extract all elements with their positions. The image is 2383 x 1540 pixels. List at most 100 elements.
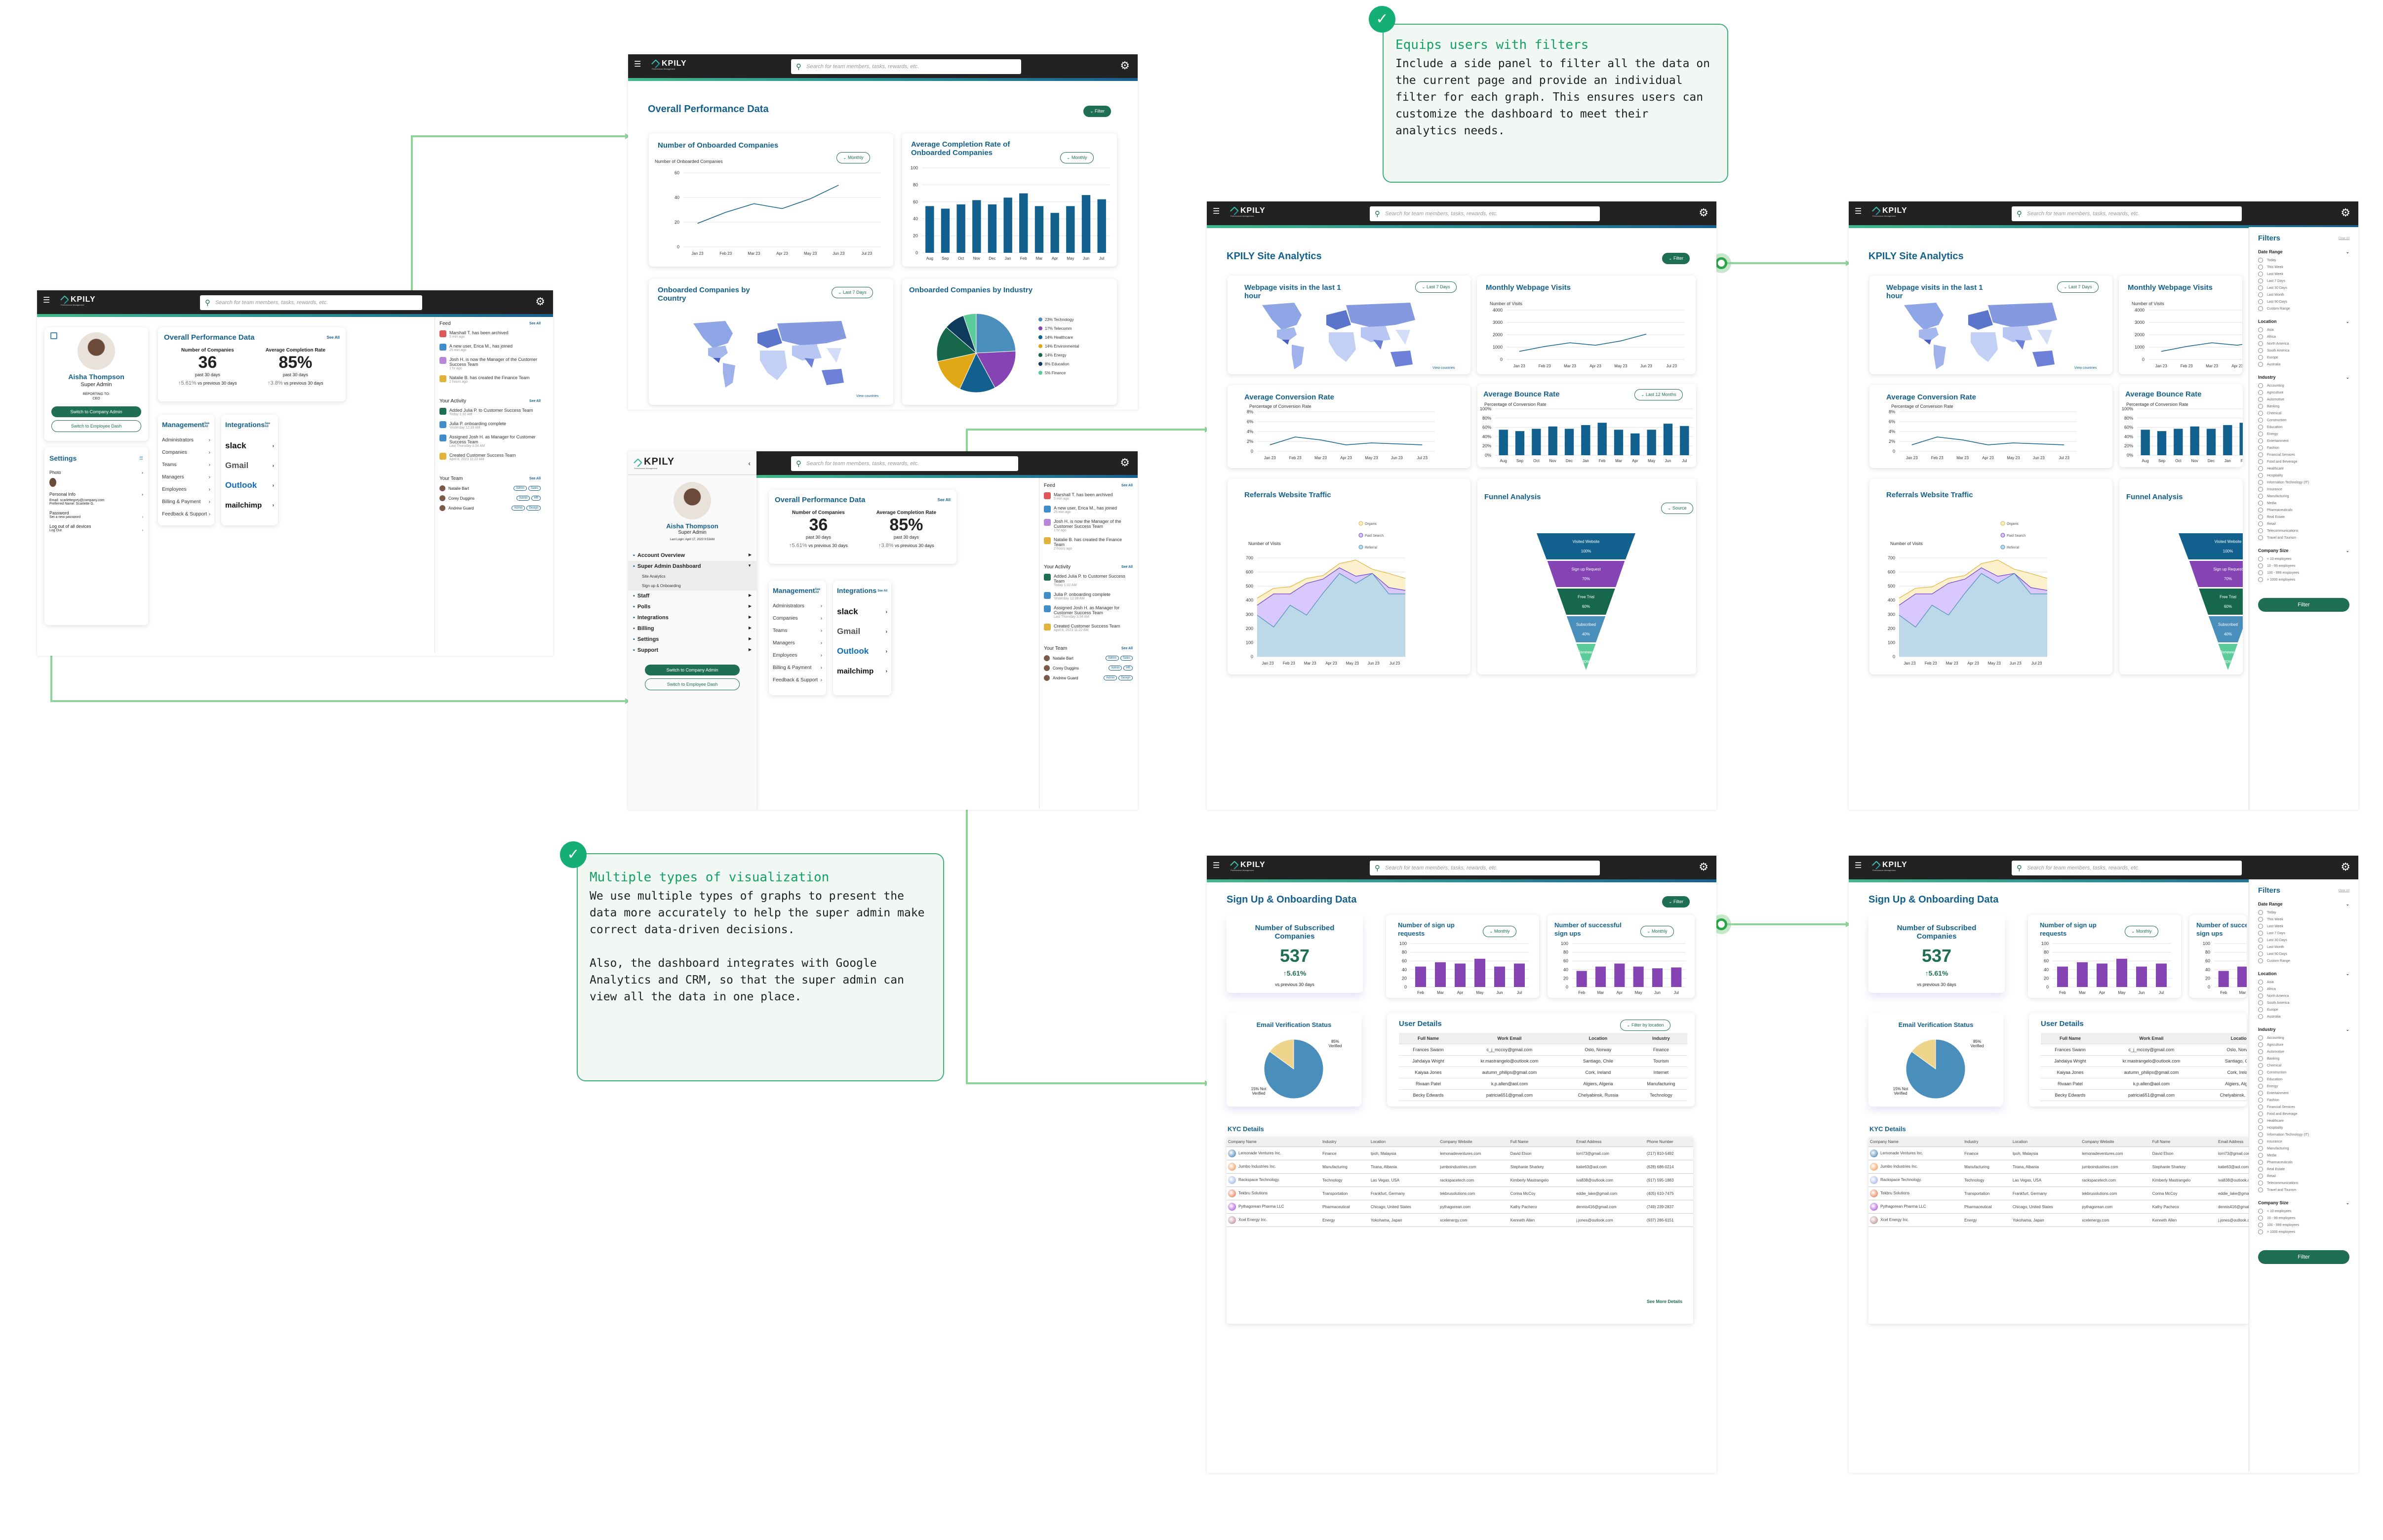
period-dropdown[interactable]: ⌄ Last 7 Days <box>832 287 873 298</box>
period-dropdown[interactable]: ⌄ Monthly <box>1640 926 1674 937</box>
radio-button[interactable] <box>2258 938 2263 943</box>
search-input[interactable]: ⚲ Search for team members, tasks, rewards… <box>791 456 1018 471</box>
see-more-link[interactable]: See More Details <box>1647 1299 1682 1304</box>
see-all-link[interactable]: See All <box>877 590 887 592</box>
radio-button[interactable] <box>2258 466 2263 471</box>
management-item[interactable]: Companies › <box>162 446 210 459</box>
filter-option[interactable]: Last Week <box>2258 923 2349 930</box>
filter-option[interactable]: Africa <box>2258 333 2349 340</box>
table-row[interactable]: Frances Swann c_j_mccoy@gmail.com Oslo, No… <box>2041 1044 2247 1056</box>
filter-option[interactable]: Last 7 Days <box>2258 277 2349 284</box>
see-all-link[interactable]: See All <box>1121 647 1133 650</box>
filter-option[interactable]: Retail <box>2258 520 2349 527</box>
filter-option[interactable]: Food and Beverage <box>2258 1110 2349 1117</box>
radio-button[interactable] <box>2258 285 2263 290</box>
feed-item[interactable]: Josh H. is now the Manager of the Custom… <box>1044 519 1133 532</box>
hotspot-filter-analytics[interactable] <box>1715 257 1727 269</box>
team-member[interactable]: Natalie Bart Admin Sales <box>1044 655 1133 661</box>
filter-option[interactable]: Fashion <box>2258 1097 2349 1104</box>
radio-button[interactable] <box>2258 1035 2263 1040</box>
column-header[interactable]: Full Name <box>1509 1137 1575 1147</box>
set-password-link[interactable]: Set a new password › <box>49 515 143 519</box>
radio-button[interactable] <box>2258 452 2263 457</box>
table-row[interactable]: Xcel Energy Inc. Energy Yokohama, Japan xce… <box>1227 1213 1693 1227</box>
filter-option[interactable]: Retail <box>2258 1173 2349 1180</box>
filter-option[interactable]: Last 90 Days <box>2258 298 2349 305</box>
filter-option[interactable]: Chemical <box>2258 410 2349 417</box>
radio-button[interactable] <box>2258 924 2263 929</box>
column-header[interactable]: Location <box>1369 1137 1439 1147</box>
radio-button[interactable] <box>2258 258 2263 263</box>
filter-section-header[interactable]: Location ⌄ <box>2258 971 2349 977</box>
filter-option[interactable]: Information Technology (IT) <box>2258 1131 2349 1138</box>
filter-option[interactable]: Last Week <box>2258 271 2349 277</box>
filter-option[interactable]: Pharmaceuticals <box>2258 507 2349 513</box>
hotspot-filter-signup[interactable] <box>1715 918 1727 930</box>
radio-button[interactable] <box>2258 1084 2263 1089</box>
table-row[interactable]: Kaiyaa Jones autumn_philips@gmail.com Cork… <box>1399 1066 1687 1078</box>
filter-option[interactable]: Last 90 Days <box>2258 950 2349 957</box>
see-all-link[interactable]: See All <box>1121 565 1133 569</box>
filter-option[interactable]: Automotive <box>2258 396 2349 403</box>
gear-icon[interactable]: ⚙ <box>1120 457 1130 468</box>
table-row[interactable]: Rivaan Patel k.p.allen@aol.com Algiers, Al… <box>2041 1078 2247 1090</box>
search-input[interactable]: ⚲ Search for team members, tasks, rewards… <box>2012 206 2242 221</box>
management-item[interactable]: Employees › <box>162 483 210 496</box>
activity-item[interactable]: Added Julia P. to Customer Success Team T… <box>1044 574 1133 587</box>
sidebar-item-support[interactable]: ▪ Support ▶ <box>628 645 756 656</box>
see-all-link[interactable]: See All <box>529 322 541 325</box>
radio-button[interactable] <box>2258 577 2263 582</box>
radio-button[interactable] <box>2258 528 2263 533</box>
see-all-link[interactable]: See All <box>327 335 340 340</box>
table-row[interactable]: Rackspace Technology. Technology Las Vegas… <box>1868 1173 2249 1187</box>
radio-button[interactable] <box>2258 1063 2263 1068</box>
table-row[interactable]: Xcel Energy Inc. Energy Yokohama, Japan xce… <box>1868 1213 2249 1227</box>
radio-button[interactable] <box>2258 355 2263 360</box>
sidebar-item-settings[interactable]: ▪ Settings ▶ <box>628 634 756 645</box>
filter-option[interactable]: Last Month <box>2258 944 2349 950</box>
hamburger-icon[interactable]: ☰ <box>634 61 642 69</box>
table-row[interactable]: Jahdaiya Wright kr.mastrangelo@outlook.co… <box>2041 1055 2247 1067</box>
collapse-sidebar-button[interactable]: ‹ <box>748 459 751 467</box>
hamburger-icon[interactable]: ☰ <box>1213 208 1221 216</box>
column-header[interactable]: Industry <box>1634 1033 1687 1044</box>
integration-outlook[interactable]: Outlook › <box>837 641 887 661</box>
integration-outlook[interactable]: Outlook › <box>225 475 274 495</box>
radio-button[interactable] <box>2258 445 2263 450</box>
search-input[interactable]: ⚲ Search for team members, tasks, rewards… <box>1370 206 1600 221</box>
team-member[interactable]: Corey Duggins Admin HR <box>1044 665 1133 671</box>
filter-option[interactable]: Financial Services <box>2258 451 2349 458</box>
filter-option[interactable]: Real Estate <box>2258 513 2349 520</box>
column-header[interactable]: Location <box>2203 1033 2247 1044</box>
table-row[interactable]: Becky Edwards patricia651@gmail.com Chelya… <box>1399 1089 1687 1101</box>
radio-button[interactable] <box>2258 1111 2263 1116</box>
feed-item[interactable]: Natalie B. has created the Finance Team 2… <box>439 375 541 384</box>
filter-section-header[interactable]: Industry ⌄ <box>2258 1027 2349 1032</box>
radio-button[interactable] <box>2258 494 2263 499</box>
filter-option[interactable]: Last 30 Days <box>2258 284 2349 291</box>
filter-option[interactable]: Telecommunications <box>2258 1180 2349 1186</box>
filter-option[interactable]: Accounting <box>2258 1034 2349 1041</box>
table-row[interactable]: Rackspace Technology. Technology Las Vegas… <box>1227 1173 1693 1187</box>
sidebar-item-staff[interactable]: ▪ Staff ▶ <box>628 591 756 601</box>
filter-section-header[interactable]: Location ⌄ <box>2258 319 2349 324</box>
filter-option[interactable]: Last Month <box>2258 291 2349 298</box>
management-item[interactable]: Teams › <box>773 625 822 637</box>
integration-slack[interactable]: slack › <box>837 602 887 622</box>
radio-button[interactable] <box>2258 1000 2263 1005</box>
radio-button[interactable] <box>2258 945 2263 949</box>
filter-option[interactable]: Manufacturing <box>2258 493 2349 500</box>
table-row[interactable]: Pythagorean Pharma LLC Pharmaceutical Chic… <box>1868 1200 2249 1214</box>
radio-button[interactable] <box>2258 341 2263 346</box>
filter-option[interactable]: Chemical <box>2258 1062 2349 1069</box>
sidebar-item-integrations[interactable]: ▪ Integrations ▶ <box>628 612 756 623</box>
radio-button[interactable] <box>2258 1014 2263 1019</box>
filter-option[interactable]: This Week <box>2258 916 2349 923</box>
filter-option[interactable]: Today <box>2258 909 2349 916</box>
filter-option[interactable]: < 10 employees <box>2258 1208 2349 1215</box>
filter-option[interactable]: Telecommunications <box>2258 527 2349 534</box>
filter-option[interactable]: 100 - 999 employees <box>2258 569 2349 576</box>
radio-button[interactable] <box>2258 265 2263 270</box>
team-member[interactable]: Corey Duggins Admin HR <box>439 495 541 501</box>
filter-option[interactable]: Travel and Tourism <box>2258 1186 2349 1193</box>
